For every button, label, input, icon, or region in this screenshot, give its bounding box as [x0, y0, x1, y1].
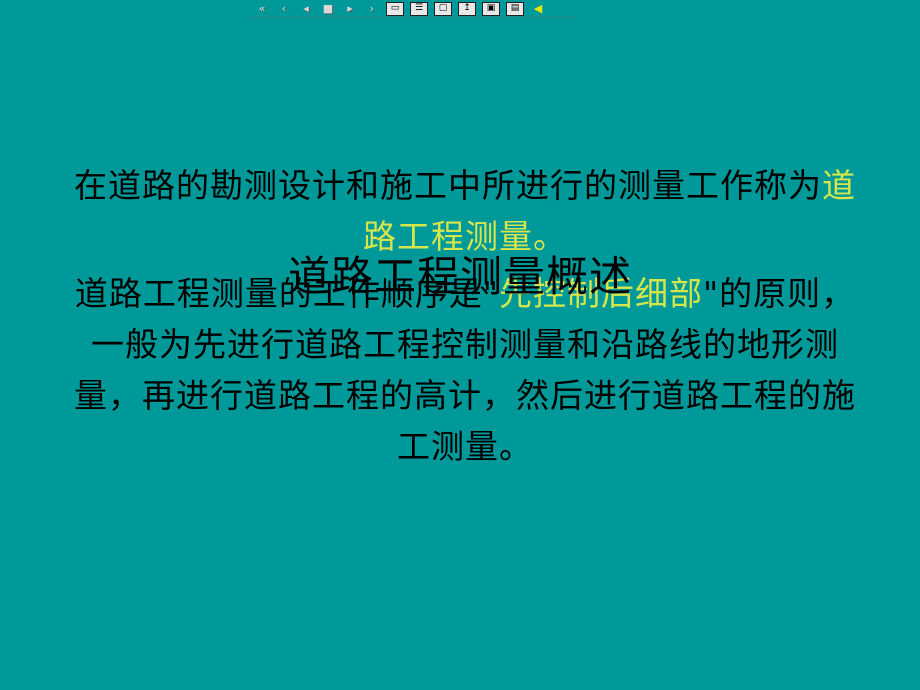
return-icon[interactable]: ↥	[458, 1, 476, 16]
first-slide-icon[interactable]: «	[254, 2, 270, 16]
monitor-icon[interactable]: ▣	[482, 1, 500, 16]
window-icon[interactable]: ▢	[434, 1, 452, 16]
prev-slide-icon[interactable]: ◂	[298, 2, 314, 16]
outline-icon[interactable]: ☰	[410, 1, 428, 16]
prev-section-icon[interactable]: ‹	[276, 2, 292, 16]
next-section-icon[interactable]: ›	[364, 2, 380, 16]
print-icon[interactable]: ▤	[506, 1, 524, 16]
slide-title: 道路工程测量概述	[287, 252, 632, 301]
thumbnail-icon[interactable]: ▭	[386, 1, 404, 16]
slideshow-toolbar: « ‹ ◂ ■ ▸ › ▭ ☰ ▢ ↥ ▣ ▤ ◀	[248, 0, 576, 18]
home-icon[interactable]: ■	[320, 2, 336, 16]
sound-icon[interactable]: ◀	[530, 2, 546, 16]
next-slide-icon[interactable]: ▸	[342, 2, 358, 16]
intro-paragraph: 在道路的勘测设计和施工中所进行的测量工作称为道路工程测量。	[70, 160, 860, 262]
intro-text: 在道路的勘测设计和施工中所进行的测量工作称为	[74, 166, 822, 205]
